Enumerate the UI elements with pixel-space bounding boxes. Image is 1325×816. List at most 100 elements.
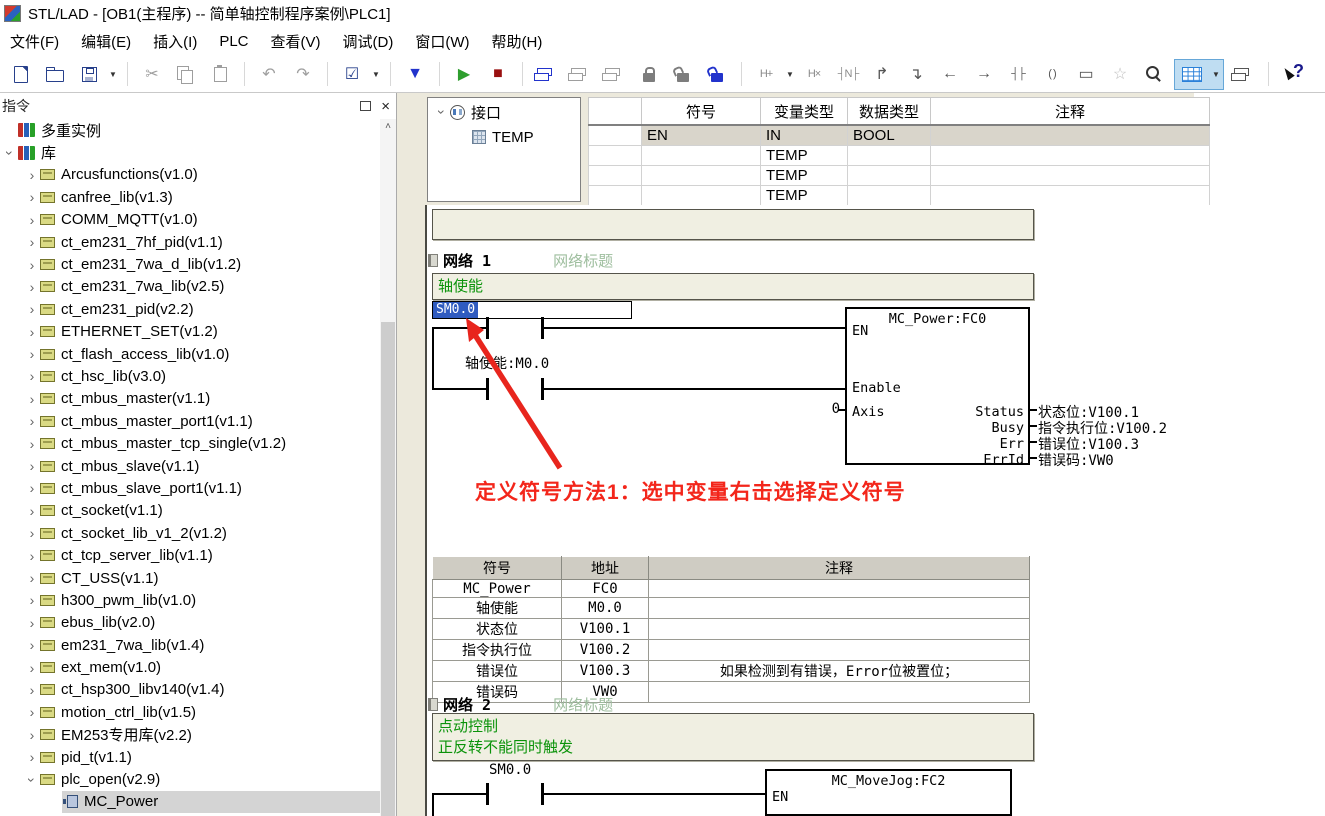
tree-item-mc-power[interactable]: MC_Power [0, 791, 380, 813]
tree-item-body[interactable]: ct_flash_access_lib(v1.0) [40, 343, 380, 365]
chevron-right-icon[interactable]: › [24, 436, 40, 452]
tree-item-body[interactable]: ct_mbus_master_port1(v1.1) [40, 410, 380, 432]
address-dropdown[interactable]: ▼ [784, 61, 796, 87]
tree-item-body[interactable]: COMM_MQTT(v1.0) [40, 209, 380, 231]
address-show-icon[interactable]: H+ [753, 61, 779, 87]
network-marker-icon[interactable] [428, 698, 438, 711]
mc-power-block[interactable]: MC_Power:FC0 EN Enable Axis StatusBusyEr… [845, 307, 1030, 465]
tree-item-body[interactable]: ct_tcp_server_lib(v1.1) [40, 544, 380, 566]
tree-item-body[interactable]: ebus_lib(v2.0) [40, 612, 380, 634]
close-panel-icon[interactable]: × [381, 99, 390, 114]
var-cell-r3-c0[interactable] [642, 186, 761, 206]
var-cell-r0-c0[interactable]: EN [642, 125, 761, 146]
var-cell-r1-c0[interactable] [642, 146, 761, 166]
contact2-bar[interactable] [486, 378, 489, 400]
chevron-right-icon[interactable]: › [24, 525, 40, 541]
selected-operand[interactable]: SM0.0 [433, 302, 478, 318]
tree-item-body[interactable]: ct_em231_pid(v2.2) [40, 298, 380, 320]
tree-item-ct-uss-v1-1[interactable]: ›CT_USS(v1.1) [0, 567, 380, 589]
pou-comment-box[interactable] [432, 209, 1034, 240]
var-cell-r1-c1[interactable]: TEMP [761, 146, 848, 166]
favorites-icon[interactable]: ☆ [1107, 61, 1133, 87]
tree-item-body[interactable]: plc_open(v2.9) [40, 768, 380, 790]
tree-item-body[interactable]: ct_mbus_slave(v1.1) [40, 455, 380, 477]
tree-item-ct-em231-7wa-d-lib-v1-2[interactable]: ›ct_em231_7wa_d_lib(v1.2) [0, 253, 380, 275]
not-contact-icon[interactable]: ┤N├ [835, 61, 861, 87]
var-cell-r0-c1[interactable]: IN [761, 125, 848, 146]
network1-comment-box[interactable]: 轴使能 [432, 273, 1034, 300]
chevron-right-icon[interactable]: › [24, 212, 40, 228]
tree-item-body[interactable]: ct_mbus_master(v1.1) [40, 388, 380, 410]
chevron-right-icon[interactable]: › [24, 324, 40, 340]
chevron-right-icon[interactable]: › [24, 615, 40, 631]
rung-up-icon[interactable]: ↱ [869, 61, 895, 87]
tree-item-ct-mbus-master-v1-1[interactable]: ›ct_mbus_master(v1.1) [0, 388, 380, 410]
tree-item-ct-hsp300-libv140-v1-4[interactable]: ›ct_hsp300_libv140(v1.4) [0, 679, 380, 701]
tree-item-comm-mqtt-v1-0[interactable]: ›COMM_MQTT(v1.0) [0, 209, 380, 231]
chevron-right-icon[interactable]: › [24, 503, 40, 519]
download-icon[interactable]: ▼ [402, 61, 428, 87]
chevron-right-icon[interactable]: › [24, 413, 40, 429]
line-right-icon[interactable]: → [971, 61, 997, 87]
chevron-right-icon[interactable]: › [24, 480, 40, 496]
tree-item-em253专用库-v2-2[interactable]: ›EM253专用库(v2.2) [0, 724, 380, 746]
tree-item-ct-mbus-slave-v1-1[interactable]: ›ct_mbus_slave(v1.1) [0, 455, 380, 477]
tree-item-plc-open-v2-9[interactable]: ›plc_open(v2.9) [0, 768, 380, 790]
interface-root-label[interactable]: 接口 [471, 102, 501, 123]
tree-item-ct-tcp-server-lib-v1-1[interactable]: ›ct_tcp_server_lib(v1.1) [0, 544, 380, 566]
contact-icon[interactable]: ┤├ [1005, 61, 1031, 87]
lock-password-icon[interactable] [704, 61, 730, 87]
tree-item-ext-mem-v1-0[interactable]: ›ext_mem(v1.0) [0, 656, 380, 678]
chevron-down-icon[interactable]: › [2, 145, 18, 161]
menu-help[interactable]: 帮助(H) [492, 31, 543, 52]
open-folder-icon[interactable] [42, 61, 68, 87]
float-panel-icon[interactable] [360, 101, 371, 111]
scrollbar-thumb[interactable] [381, 322, 395, 816]
var-rowsel-cell[interactable] [589, 186, 642, 206]
contact-bar[interactable] [486, 783, 489, 805]
tree-item-body[interactable]: h300_pwm_lib(v1.0) [40, 589, 380, 611]
tree-item-body[interactable]: 库 [18, 141, 380, 163]
tree-item-ethernet-set-v1-2[interactable]: ›ETHERNET_SET(v1.2) [0, 321, 380, 343]
rung-down-icon[interactable]: ↴ [903, 61, 929, 87]
tree-item-ct-mbus-master-tcp-single-v1-2[interactable]: ›ct_mbus_master_tcp_single(v1.2) [0, 432, 380, 454]
chevron-right-icon[interactable]: › [24, 257, 40, 273]
tree-item-body[interactable]: pid_t(v1.1) [40, 746, 380, 768]
var-cell-r2-c1[interactable]: TEMP [761, 166, 848, 186]
var-cell-r3-c1[interactable]: TEMP [761, 186, 848, 206]
pou-window-alt2-icon[interactable] [602, 61, 628, 87]
paste-icon[interactable] [207, 61, 233, 87]
tree-item-body[interactable]: 多重实例 [18, 119, 380, 141]
tree-item-ct-socket-v1-1[interactable]: ›ct_socket(v1.1) [0, 500, 380, 522]
lock-open-icon[interactable] [670, 61, 696, 87]
tree-item-ct-em231-pid-v2-2[interactable]: ›ct_em231_pid(v2.2) [0, 298, 380, 320]
save-icon[interactable] [76, 61, 102, 87]
menu-file[interactable]: 文件(F) [10, 31, 59, 52]
var-cell-r1-c3[interactable] [931, 146, 1210, 166]
network2-title-placeholder[interactable]: 网络标题 [553, 694, 613, 715]
save-dropdown[interactable]: ▼ [107, 61, 119, 87]
tree-item-motion-ctrl-lib-v1-5[interactable]: ›motion_ctrl_lib(v1.5) [0, 701, 380, 723]
tree-item-body[interactable]: CT_USS(v1.1) [40, 567, 380, 589]
tree-item-ct-flash-access-lib-v1-0[interactable]: ›ct_flash_access_lib(v1.0) [0, 343, 380, 365]
stop-icon[interactable]: ■ [485, 61, 511, 87]
var-rowsel-cell[interactable] [589, 125, 642, 146]
tree-item-body[interactable]: ct_mbus_master_tcp_single(v1.2) [40, 432, 380, 454]
tree-item-ct-em231-7wa-lib-v2-5[interactable]: ›ct_em231_7wa_lib(v2.5) [0, 276, 380, 298]
cut-icon[interactable]: ✂ [139, 61, 165, 87]
var-cell-r3-c2[interactable] [848, 186, 931, 206]
tree-item-body[interactable]: ct_socket_lib_v1_2(v1.2) [40, 522, 380, 544]
var-cell-r0-c2[interactable]: BOOL [848, 125, 931, 146]
menu-plc[interactable]: PLC [219, 33, 248, 50]
tree-item-body[interactable]: ct_hsp300_libv140(v1.4) [40, 679, 380, 701]
tree-item-ct-socket-lib-v1-2-v1-2[interactable]: ›ct_socket_lib_v1_2(v1.2) [0, 522, 380, 544]
coil-icon[interactable]: ( ) [1039, 61, 1065, 87]
contact2-operand[interactable]: 轴使能:M0.0 [465, 353, 549, 373]
tree-item-ct-mbus-slave-port1-v1-1[interactable]: ›ct_mbus_slave_port1(v1.1) [0, 477, 380, 499]
chevron-right-icon[interactable]: › [24, 189, 40, 205]
tree-item-body[interactable]: ct_mbus_slave_port1(v1.1) [40, 477, 380, 499]
tree-item-body[interactable]: MC_Power [62, 791, 380, 813]
menu-view[interactable]: 查看(V) [271, 31, 321, 52]
tree-item-body[interactable]: EM253专用库(v2.2) [40, 724, 380, 746]
tree-item-多重实例[interactable]: 多重实例 [0, 119, 380, 141]
